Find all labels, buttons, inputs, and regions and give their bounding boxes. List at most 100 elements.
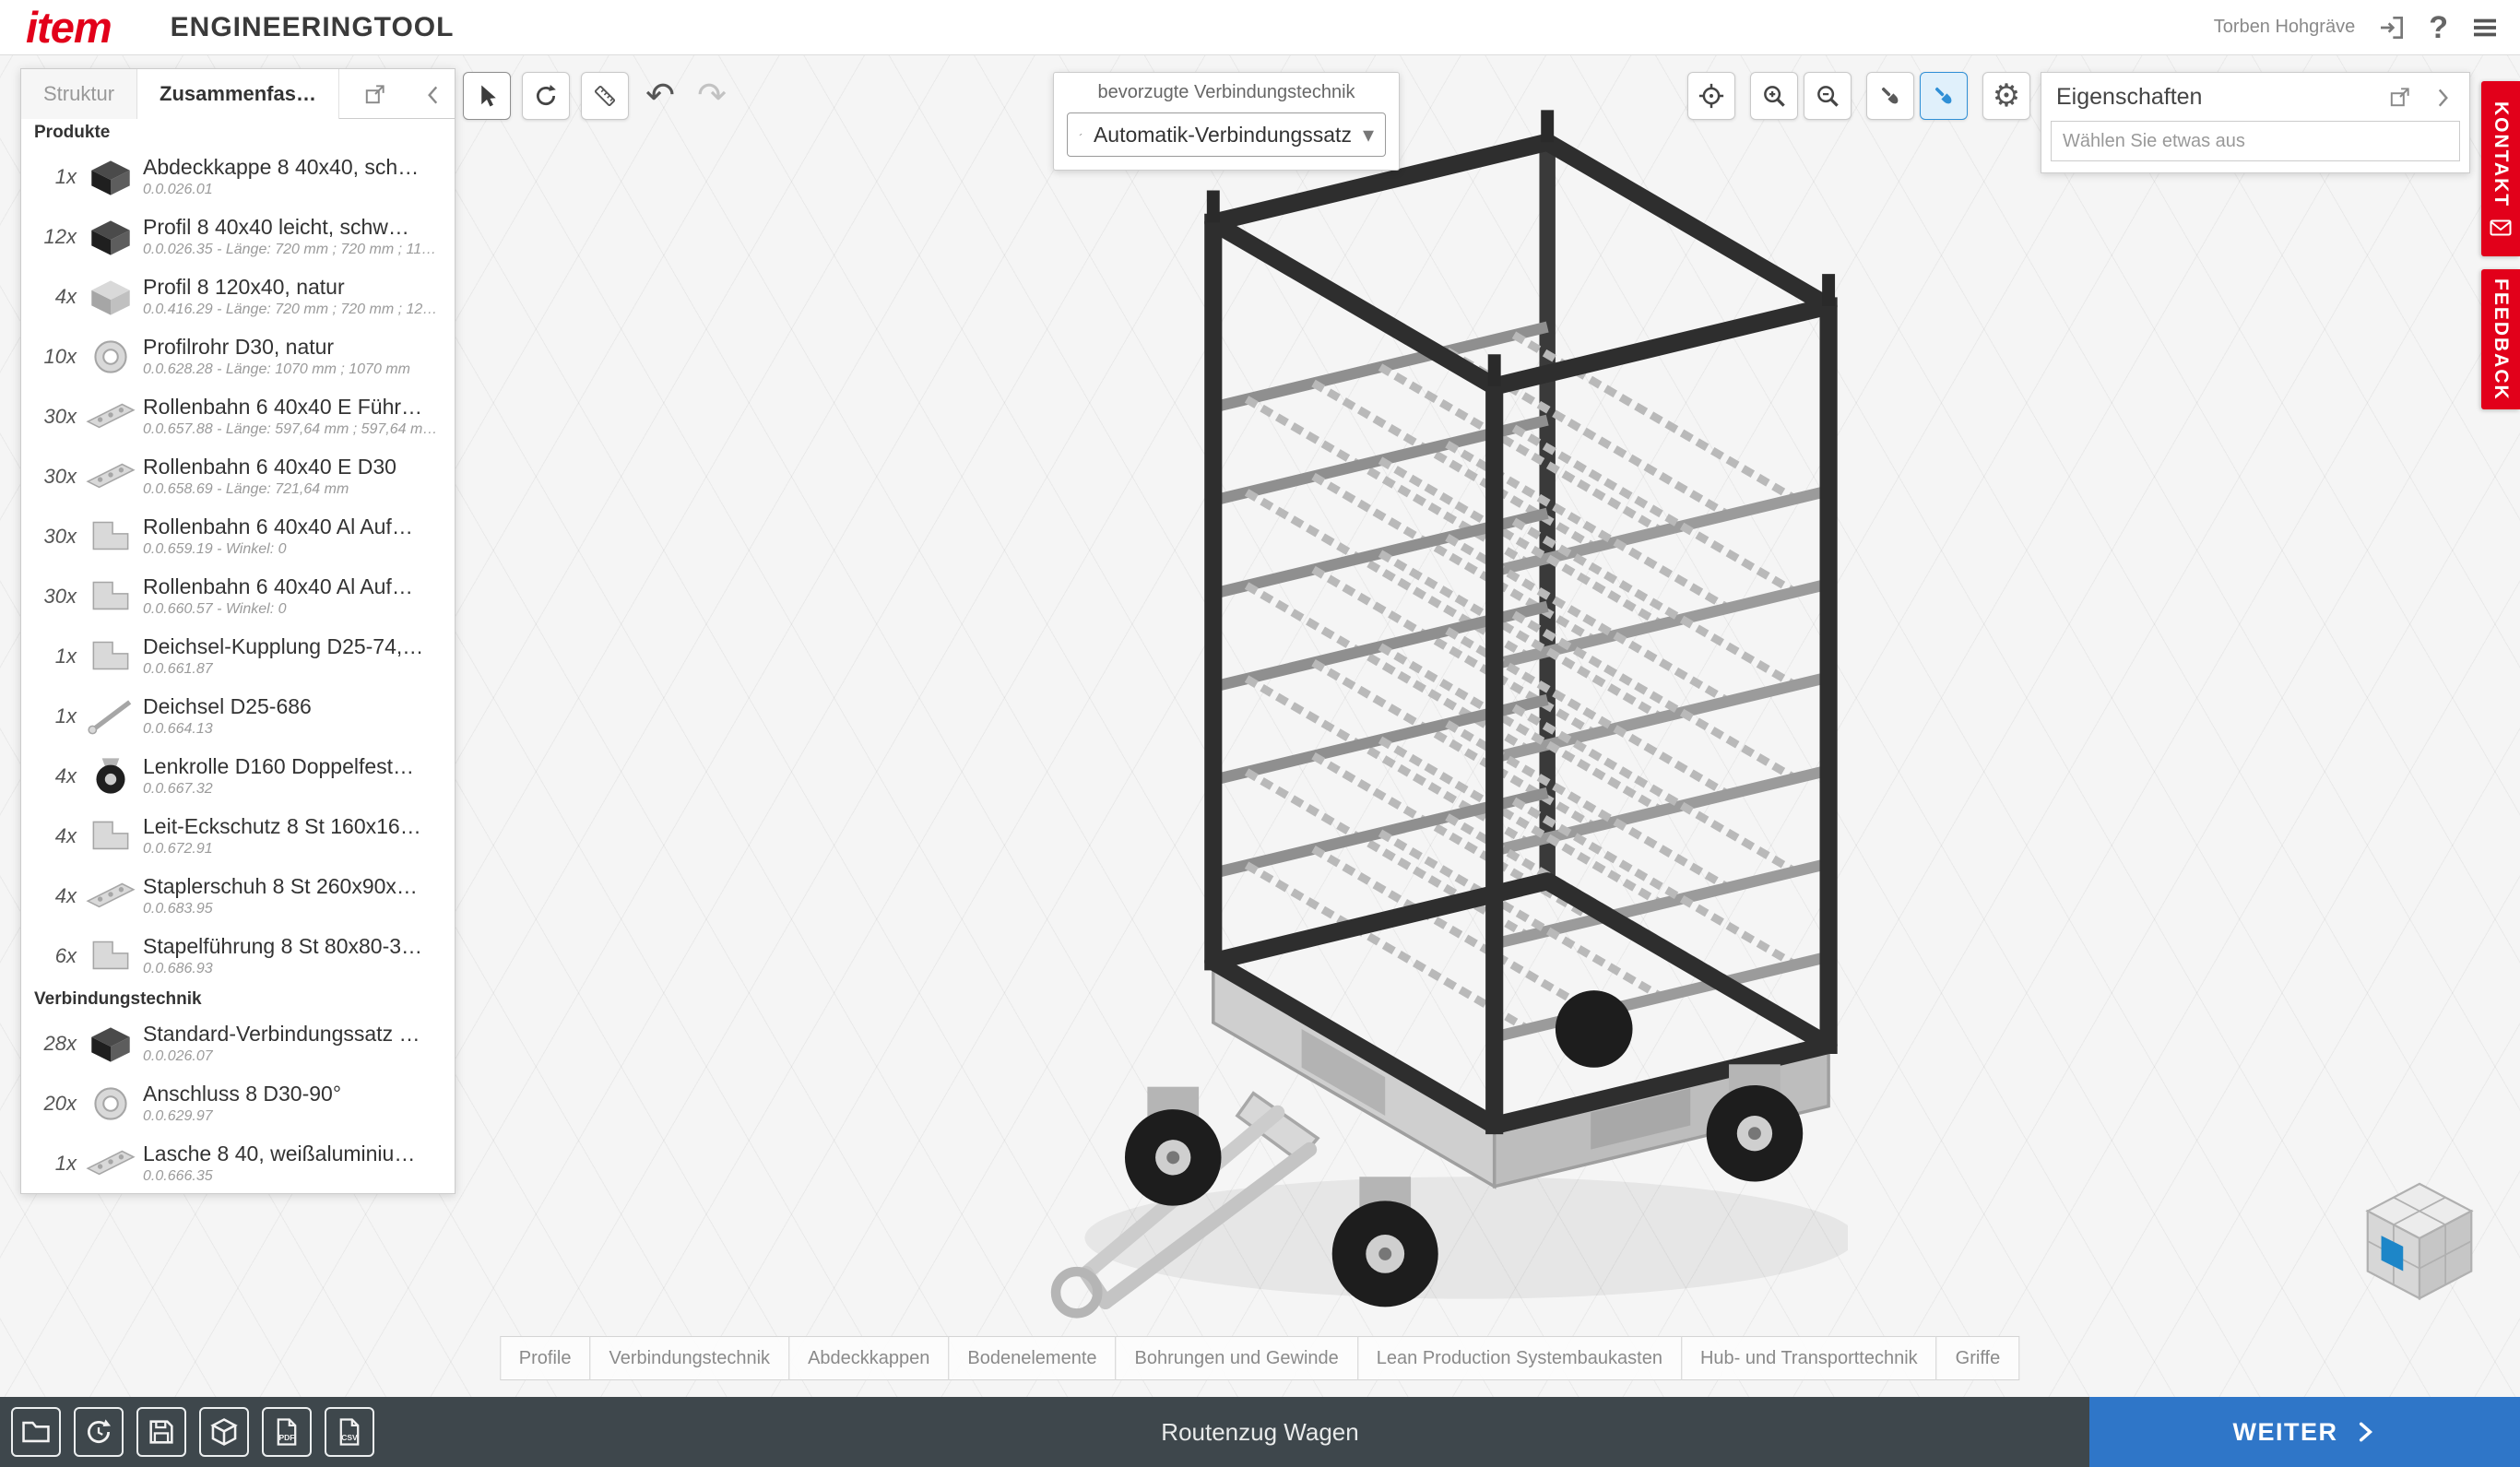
library-category-tab[interactable]: Abdeckkappen [788, 1336, 949, 1380]
part-thumbnail-icon [84, 634, 137, 679]
part-list-item[interactable]: 1x [21, 686, 455, 746]
help-button[interactable]: ? [2429, 13, 2448, 42]
panel-popout-button[interactable] [354, 82, 396, 106]
brush-icon [1876, 82, 1904, 110]
part-detail: 0.0.683.95 [143, 901, 418, 917]
save-button[interactable] [136, 1407, 186, 1457]
zoom-group [1750, 72, 1852, 120]
part-detail: 0.0.026.01 [143, 182, 419, 198]
weiter-button[interactable]: WEITER [2089, 1397, 2520, 1467]
part-quantity: 1x [29, 645, 77, 668]
sign-out-button[interactable] [2377, 13, 2407, 42]
cart-3d-model[interactable] [1012, 97, 1848, 1319]
open-in-new-icon [363, 82, 387, 106]
part-list-item[interactable]: 30x [21, 386, 455, 446]
part-name: Stapelführung 8 St 80x80-3… [143, 934, 422, 959]
paint-all-button[interactable] [1866, 72, 1914, 120]
properties-title: Eigenschaften [2056, 84, 2379, 111]
rotate-icon [532, 82, 560, 110]
part-list-item[interactable]: 4x [21, 866, 455, 926]
bottom-bar: PDF CSV Routenzug Wagen WEITER [0, 1397, 2520, 1467]
crosshair-icon [1698, 82, 1725, 110]
section-produkte: Produkte [21, 119, 455, 147]
select-tool-button[interactable] [463, 72, 511, 120]
library-category-tab[interactable]: Lean Production Systembaukasten [1357, 1336, 1682, 1380]
part-list-item[interactable]: 1x [21, 147, 455, 207]
part-list-item[interactable]: 1x [21, 1133, 455, 1193]
help-icon: ? [2429, 13, 2448, 42]
part-quantity: 28x [29, 1032, 77, 1056]
part-thumbnail-icon [84, 1082, 137, 1126]
library-category-tab[interactable]: Profile [500, 1336, 591, 1380]
produkte-list: 1x [21, 147, 455, 986]
part-list-item[interactable]: 30x [21, 566, 455, 626]
view-cube[interactable] [2351, 1173, 2488, 1309]
part-list-item[interactable]: 10x [21, 326, 455, 386]
connection-technique-value: Automatik-Verbindungssatz [1094, 123, 1352, 148]
zoom-in-button[interactable] [1750, 72, 1798, 120]
feedback-label: FEEDBACK [2490, 278, 2512, 401]
library-category-tab[interactable]: Verbindungstechnik [589, 1336, 789, 1380]
library-category-tab[interactable]: Hub- und Transporttechnik [1681, 1336, 1937, 1380]
part-list-item[interactable]: 1x [21, 626, 455, 686]
part-name: Profilrohr D30, natur [143, 335, 410, 360]
rotate-view-button[interactable] [522, 72, 570, 120]
zoom-out-button[interactable] [1804, 72, 1852, 120]
part-thumbnail-icon [84, 275, 137, 319]
library-category-tab[interactable]: Bodenelemente [948, 1336, 1116, 1380]
part-detail: 0.0.667.32 [143, 781, 414, 798]
history-button[interactable] [74, 1407, 124, 1457]
connection-technique-select[interactable]: Automatik-Verbindungssatz ▾ [1067, 112, 1386, 157]
open-project-button[interactable] [11, 1407, 61, 1457]
user-name: Torben Hohgräve [2214, 17, 2355, 38]
part-quantity: 4x [29, 824, 77, 848]
part-quantity: 30x [29, 585, 77, 609]
export-pdf-button[interactable]: PDF [262, 1407, 312, 1457]
export-3d-button[interactable] [199, 1407, 249, 1457]
part-list-item[interactable]: 30x [21, 446, 455, 506]
part-name: Profil 8 40x40 leicht, schw… [143, 215, 436, 240]
measure-tool-button[interactable] [581, 72, 629, 120]
item-logo: item [26, 2, 112, 53]
part-quantity: 30x [29, 405, 77, 429]
part-thumbnail-icon [84, 395, 137, 439]
undo-button[interactable]: ↶ [640, 72, 680, 120]
parts-panel: Struktur Zusammenfas… Produkte 1x [20, 68, 455, 1194]
menu-button[interactable] [2470, 13, 2500, 42]
panel-collapse-button[interactable] [412, 82, 455, 106]
library-category-tab[interactable]: Bohrungen und Gewinde [1116, 1336, 1358, 1380]
connection-technique-panel: bevorzugte Verbindungstechnik Automatik-… [1053, 72, 1400, 171]
feedback-tab[interactable]: FEEDBACK [2481, 269, 2520, 409]
open-in-new-icon [2388, 85, 2412, 109]
paint-single-button[interactable] [1920, 72, 1968, 120]
tab-zusammenfassung[interactable]: Zusammenfas… [137, 69, 339, 119]
chevron-left-icon [421, 82, 445, 106]
export-csv-button[interactable]: CSV [325, 1407, 374, 1457]
settings-button[interactable]: ⚙ [1982, 72, 2030, 120]
part-list-item[interactable]: 30x [21, 506, 455, 566]
history-icon [83, 1416, 114, 1448]
properties-panel: Eigenschaften Wählen Sie etwas aus [2041, 72, 2470, 173]
part-list-item[interactable]: 4x [21, 746, 455, 806]
center-view-button[interactable] [1687, 72, 1735, 120]
part-list-item[interactable]: 28x [21, 1013, 455, 1073]
library-category-tab[interactable]: Griffe [1936, 1336, 2020, 1380]
part-list-item[interactable]: 20x [21, 1073, 455, 1133]
properties-collapse-button[interactable] [2421, 85, 2464, 109]
redo-button[interactable]: ↷ [692, 72, 732, 120]
ruler-icon [591, 82, 619, 110]
kontakt-tab[interactable]: KONTAKT [2481, 81, 2520, 256]
properties-popout-button[interactable] [2379, 85, 2421, 109]
part-list-item[interactable]: 12x [21, 207, 455, 266]
part-list-item[interactable]: 4x [21, 266, 455, 326]
chevron-right-icon [2431, 85, 2455, 109]
part-list-item[interactable]: 6x [21, 926, 455, 986]
part-thumbnail-icon [84, 155, 137, 199]
zoom-out-icon [1814, 82, 1841, 110]
paint-group [1866, 72, 1968, 120]
part-detail: 0.0.658.69 - Länge: 721,64 mm [143, 481, 396, 498]
connection-technique-label: bevorzugte Verbindungstechnik [1067, 82, 1386, 103]
envelope-icon [2490, 219, 2512, 236]
part-list-item[interactable]: 4x [21, 806, 455, 866]
tab-struktur[interactable]: Struktur [21, 69, 137, 119]
